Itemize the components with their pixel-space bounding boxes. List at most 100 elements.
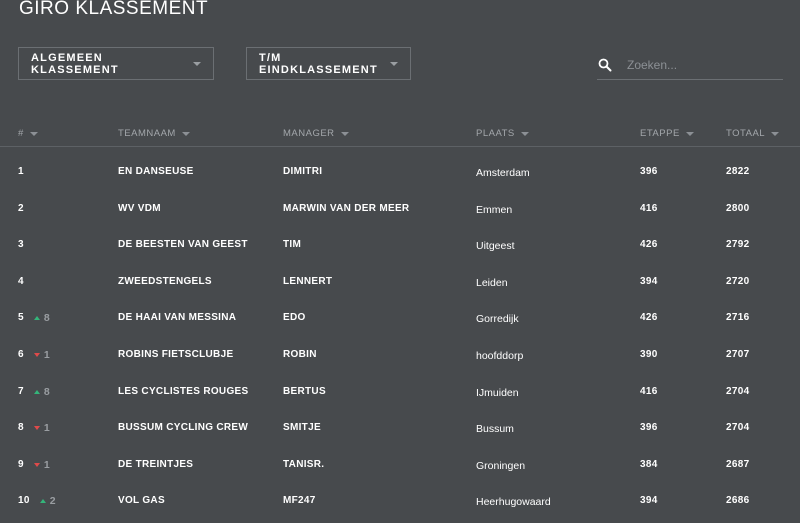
team-name[interactable]: EN DANSEUSE [118,165,194,179]
totaal-score: 2687 [726,458,750,470]
totaal-score: 2704 [726,385,750,397]
klassement-dropdown[interactable]: ALGEMEEN KLASSEMENT [18,47,214,80]
rank-cell: 91 [18,458,50,472]
rank-change-value: 1 [43,458,51,471]
rank-cell: 61 [18,348,50,362]
totaal-score: 2707 [726,349,750,360]
totaal-score: 2800 [726,202,750,214]
manager-name: LENNERT [283,275,333,287]
table-header: # TEAMNAAM MANAGER PLAATS ETAPPE TOTAAL [0,124,800,147]
column-header-manager[interactable]: MANAGER [283,128,349,139]
table-row[interactable]: 1 EN DANSEUSE DIMITRI Amsterdam 396 2822 [0,155,800,191]
team-name[interactable]: DE BEESTEN VAN GEEST [118,238,248,252]
etappe-score: 416 [640,202,658,214]
column-header-rank[interactable]: # [18,128,38,139]
rank-value: 2 [18,202,24,214]
plaats: hoofddorp [476,350,524,362]
manager-name: MARWIN VAN DER MEER [283,202,410,214]
rank-cell: 3 [18,238,24,252]
etappe-score: 384 [640,458,658,470]
etappe-score: 426 [640,239,658,251]
eindklassement-dropdown[interactable]: T/M EINDKLASSEMENT [246,47,411,80]
plaats: Leiden [476,276,508,289]
manager-name: MF247 [283,495,316,507]
rank-value: 4 [18,275,24,287]
etappe-score: 396 [640,422,658,434]
arrow-down-icon [33,353,40,357]
sort-caret-icon [771,131,780,136]
chevron-down-icon [390,61,398,66]
team-name[interactable]: ZWEEDSTENGELS [118,275,212,289]
arrow-down-icon [33,426,40,431]
rank-change: 8 [33,311,50,325]
rank-value: 5 [18,312,24,324]
team-name[interactable]: LES CYCLISTES ROUGES [118,385,248,399]
etappe-score: 426 [640,312,658,324]
column-header-teamnaam[interactable]: TEAMNAAM [118,128,190,139]
manager-name: SMITJE [283,422,321,434]
plaats: Amsterdam [476,167,530,179]
rank-value: 10 [18,495,30,507]
table-row[interactable]: 6 1 ROBINS FIETSCLUBJE ROBIN hoofddorp 390 270… [0,338,800,374]
column-header-etappe[interactable]: ETAPPE [640,128,694,139]
rank-value: 1 [18,166,24,177]
team-name[interactable]: VOL GAS [118,494,165,508]
arrow-down-icon [33,462,40,467]
rank-change: 2 [39,494,56,508]
team-name[interactable]: ROBINS FIETSCLUBJE [118,348,233,362]
search-box [597,55,783,80]
manager-name: TIM [283,239,302,251]
search-icon[interactable] [598,58,612,72]
table-row[interactable]: 3 DE BEESTEN VAN GEEST TIM Uitgeest 426 2792 [0,228,800,264]
plaats: Groningen [476,459,526,472]
plaats: Gorredijk [476,313,519,326]
table-row[interactable]: 8 1 BUSSUM CYCLING CREW SMITJE Bussum 396 2704 [0,411,800,447]
sort-caret-icon [340,131,349,136]
eindklassement-dropdown-label: T/M EINDKLASSEMENT [259,51,378,76]
team-name[interactable]: DE TREINTJES [118,458,193,472]
arrow-up-icon [33,316,40,321]
column-header-totaal[interactable]: TOTAAL [726,128,780,139]
rank-change-value: 2 [49,495,56,508]
search-input[interactable] [627,55,777,75]
rank-cell: 10 2 [18,494,56,508]
sort-caret-icon [520,131,529,136]
table-row[interactable]: 10 2 VOL GAS MF247 Heerhugowaard 394 2686 [0,484,800,520]
totaal-score: 2716 [726,312,750,324]
etappe-score: 394 [640,275,658,287]
table-row[interactable]: 9 1 DE TREINTJES TANISR. Groningen 384 2687 [0,448,800,484]
page-title: GIRO KLASSEMENT [19,0,209,19]
table-row[interactable]: 2 WV VDM MARWIN VAN DER MEER Emmen 416 2800 [0,192,800,228]
manager-name: TANISR. [283,458,325,470]
manager-name: ROBIN [283,349,317,360]
team-name[interactable]: WV VDM [118,202,161,216]
manager-name: EDO [283,312,306,324]
rank-value: 9 [18,458,24,470]
column-header-plaats[interactable]: PLAATS [476,128,529,139]
table-row[interactable]: 7 8 LES CYCLISTES ROUGES BERTUS IJmuiden 416 2… [0,375,800,411]
manager-name: BERTUS [283,385,326,397]
rank-value: 6 [18,349,24,360]
etappe-score: 394 [640,495,658,507]
arrow-up-icon [39,499,46,504]
team-name[interactable]: BUSSUM CYCLING CREW [118,421,248,435]
rank-change-value: 1 [43,349,51,361]
table-row[interactable]: 4 ZWEEDSTENGELS LENNERT Leiden 394 2720 [0,265,800,301]
plaats: Emmen [476,203,513,216]
plaats: IJmuiden [476,386,519,399]
team-name[interactable]: DE HAAI VAN MESSINA [118,311,236,325]
rank-change-value: 1 [43,422,51,435]
rank-cell: 1 [18,165,24,179]
sort-caret-icon [181,131,190,136]
sort-caret-icon [29,131,38,136]
totaal-score: 2704 [726,422,750,434]
table-row[interactable]: 5 8 DE HAAI VAN MESSINA EDO Gorredijk 426 2716 [0,301,800,337]
rank-cell: 78 [18,385,50,399]
etappe-score: 390 [640,349,658,360]
rank-change: 1 [33,458,51,472]
etappe-score: 396 [640,166,658,177]
totaal-score: 2792 [726,239,750,251]
klassement-dropdown-label: ALGEMEEN KLASSEMENT [31,51,119,76]
sort-caret-icon [685,131,694,136]
totaal-score: 2686 [726,495,750,507]
